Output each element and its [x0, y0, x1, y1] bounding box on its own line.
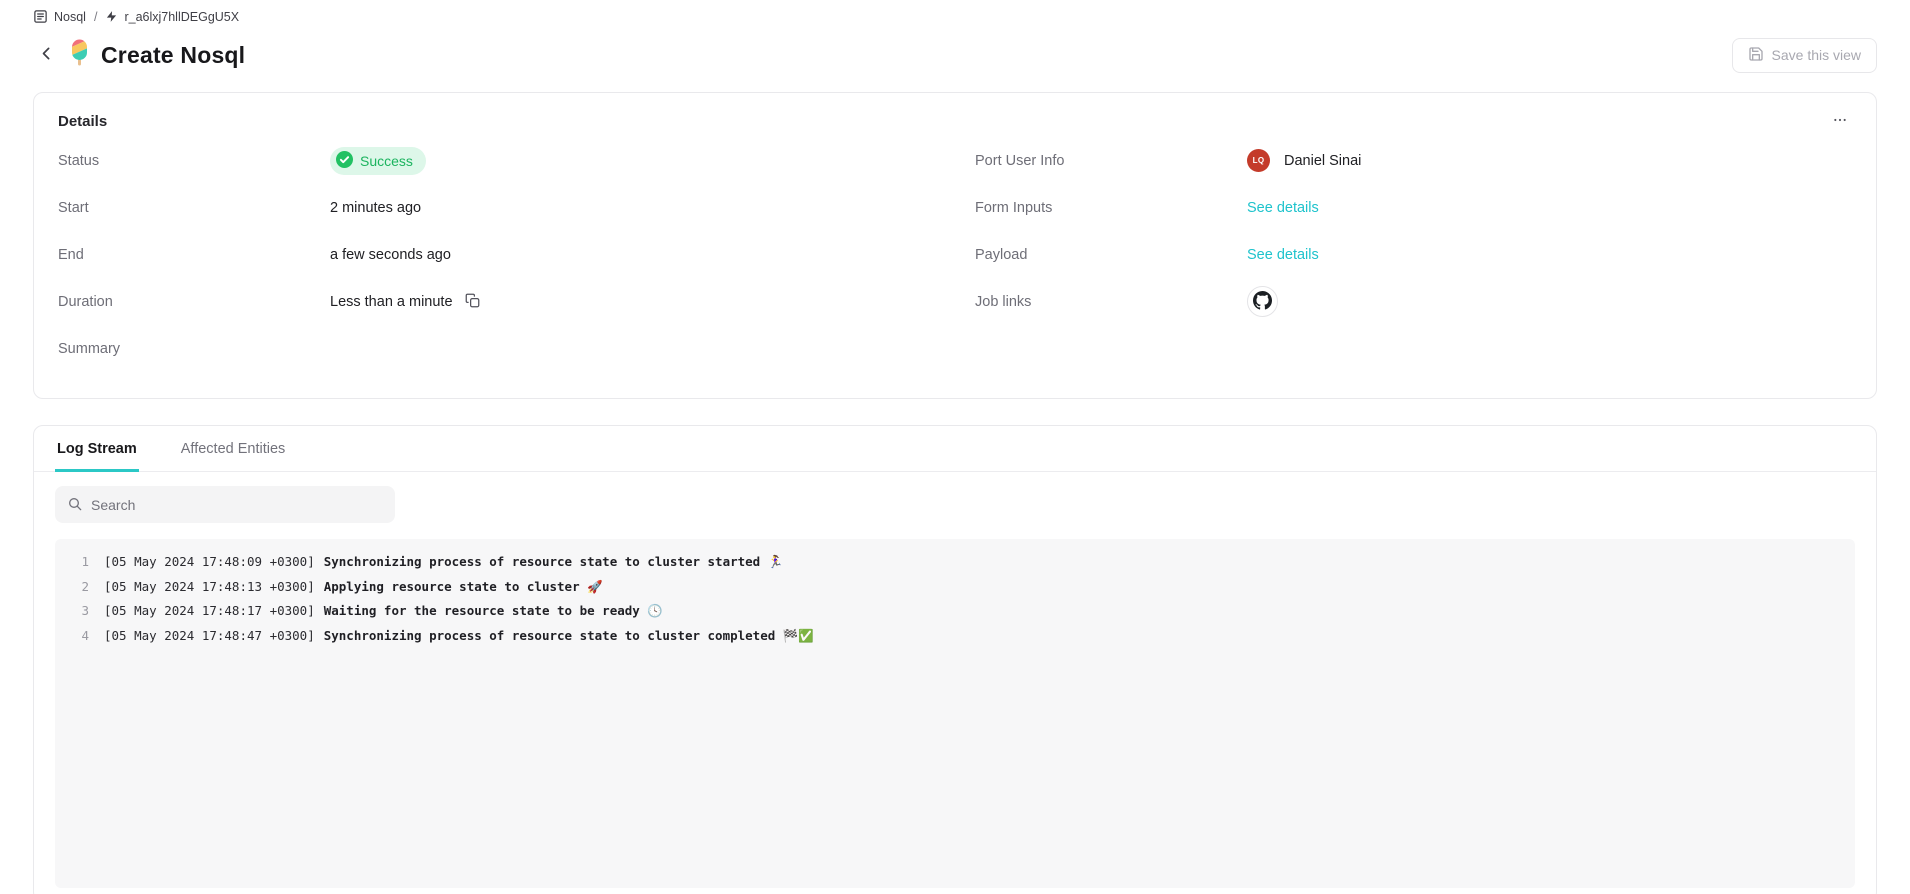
detail-row-start: Start 2 minutes ago [58, 184, 935, 231]
breadcrumb-blueprint[interactable]: Nosql [33, 9, 86, 24]
start-value: 2 minutes ago [330, 200, 421, 216]
end-label: End [58, 247, 330, 263]
form-inputs-see-details-link[interactable]: See details [1247, 200, 1319, 216]
save-this-view-label: Save this view [1772, 47, 1861, 63]
detail-row-payload: Payload See details [975, 231, 1852, 278]
payload-label: Payload [975, 247, 1247, 263]
payload-see-details-link[interactable]: See details [1247, 247, 1319, 263]
ellipsis-icon [1832, 116, 1848, 131]
log-search [55, 486, 395, 523]
status-label: Status [58, 153, 330, 169]
check-circle-icon [336, 151, 353, 171]
detail-row-port-user: Port User Info LQ Daniel Sinai [975, 137, 1852, 184]
details-card-header: Details [58, 110, 1852, 133]
duration-value: Less than a minute [330, 294, 453, 310]
user-name: Daniel Sinai [1284, 153, 1361, 169]
breadcrumb-separator: / [94, 10, 97, 24]
detail-row-summary: Summary [58, 325, 935, 372]
page-title: Create Nosql [101, 42, 245, 69]
duration-label: Duration [58, 294, 330, 310]
log-line: 4 [05 May 2024 17:48:47 +0300] Synchroni… [55, 624, 1855, 649]
details-left-column: Status Success [58, 137, 935, 372]
copy-duration-button[interactable] [465, 293, 480, 311]
catalog-icon [33, 9, 48, 24]
tab-log-stream[interactable]: Log Stream [55, 426, 139, 472]
details-card: Details Status [33, 92, 1877, 399]
log-line-number: 2 [55, 575, 89, 600]
log-timestamp: [05 May 2024 17:48:09 +0300] [104, 550, 315, 575]
back-button[interactable] [33, 42, 59, 68]
detail-row-status: Status Success [58, 137, 935, 184]
log-message: Synchronizing process of resource state … [324, 624, 814, 649]
log-line: 2 [05 May 2024 17:48:13 +0300] Applying … [55, 575, 1855, 600]
github-link-button[interactable] [1247, 286, 1278, 317]
lightning-bolt-icon [105, 10, 118, 23]
port-user-info-label: Port User Info [975, 153, 1247, 169]
status-badge: Success [330, 147, 426, 175]
log-line: 3 [05 May 2024 17:48:17 +0300] Waiting f… [55, 599, 1855, 624]
form-inputs-label: Form Inputs [975, 200, 1247, 216]
user-avatar: LQ [1247, 149, 1270, 172]
breadcrumb: Nosql / r_a6lxj7hllDEGgU5X [33, 0, 1877, 24]
run-details-page: Nosql / r_a6lxj7hllDEGgU5X [0, 0, 1910, 894]
log-line: 1 [05 May 2024 17:48:09 +0300] Synchroni… [55, 550, 1855, 575]
detail-row-job-links: Job links [975, 278, 1852, 325]
save-this-view-button[interactable]: Save this view [1732, 38, 1877, 73]
log-viewer[interactable]: 1 [05 May 2024 17:48:09 +0300] Synchroni… [55, 539, 1855, 888]
breadcrumb-run[interactable]: r_a6lxj7hllDEGgU5X [105, 10, 239, 24]
summary-label: Summary [58, 341, 330, 357]
title-wrap: Create Nosql [69, 39, 245, 71]
copy-icon [465, 293, 480, 311]
log-line-number: 1 [55, 550, 89, 575]
save-floppy-icon [1748, 46, 1764, 65]
details-grid: Status Success [58, 137, 1852, 372]
log-message: Synchronizing process of resource state … [324, 550, 784, 575]
detail-row-end: End a few seconds ago [58, 231, 935, 278]
log-line-number: 4 [55, 624, 89, 649]
job-links-label: Job links [975, 294, 1247, 310]
search-icon [67, 496, 83, 517]
status-badge-label: Success [360, 153, 413, 169]
start-label: Start [58, 200, 330, 216]
breadcrumb-run-id: r_a6lxj7hllDEGgU5X [124, 10, 239, 24]
action-popsicle-icon [69, 39, 90, 71]
search-input[interactable] [55, 486, 395, 523]
log-stream-card: Log Stream Affected Entities 1 [05 May 2… [33, 425, 1877, 894]
log-timestamp: [05 May 2024 17:48:13 +0300] [104, 575, 315, 600]
detail-row-duration: Duration Less than a minute [58, 278, 935, 325]
log-message: Applying resource state to cluster 🚀 [324, 575, 603, 600]
page-header: Create Nosql Save this view [33, 33, 1877, 77]
log-line-number: 3 [55, 599, 89, 624]
breadcrumb-blueprint-label: Nosql [54, 10, 86, 24]
tab-affected-entities[interactable]: Affected Entities [179, 426, 288, 472]
tab-bar: Log Stream Affected Entities [34, 426, 1876, 472]
details-title: Details [58, 113, 107, 130]
log-timestamp: [05 May 2024 17:48:47 +0300] [104, 624, 315, 649]
github-icon [1253, 291, 1272, 313]
end-value: a few seconds ago [330, 247, 451, 263]
detail-row-form-inputs: Form Inputs See details [975, 184, 1852, 231]
details-right-column: Port User Info LQ Daniel Sinai Form Inpu… [975, 137, 1852, 372]
chevron-left-icon [38, 45, 55, 65]
log-message: Waiting for the resource state to be rea… [324, 599, 663, 624]
more-options-button[interactable] [1828, 110, 1852, 133]
log-timestamp: [05 May 2024 17:48:17 +0300] [104, 599, 315, 624]
